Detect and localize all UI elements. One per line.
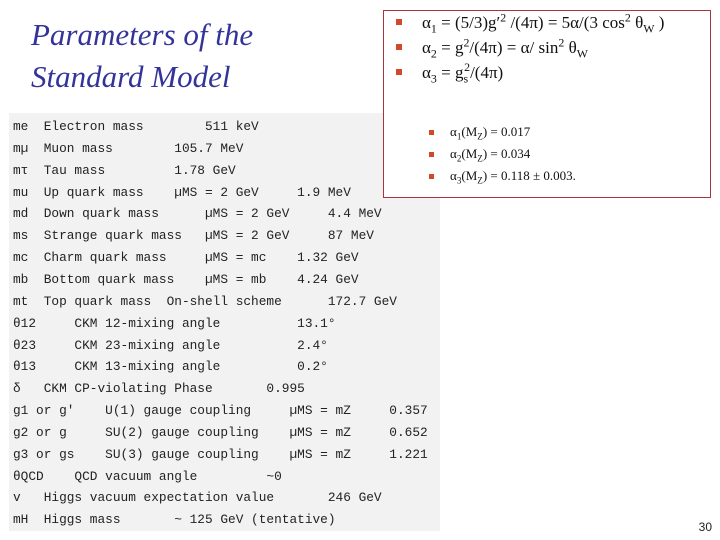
coupling-value: ) = 0.118 ± 0.003. — [482, 168, 576, 183]
formula-sub: W — [643, 21, 655, 36]
coupling-value: ) = 0.017 — [482, 124, 531, 139]
scale: (M — [461, 124, 478, 139]
table-row: me Electron mass 511 keV — [13, 119, 259, 134]
formula-part: = g — [436, 63, 464, 82]
scale: (M — [461, 146, 478, 161]
coupling-value: ) = 0.034 — [482, 146, 531, 161]
formula-sub: W — [576, 46, 588, 61]
table-row: g3 or gs SU(3) gauge coupling µMS = mZ 1… — [13, 446, 428, 462]
table-row: ms Strange quark mass µMS = 2 GeV 87 MeV — [13, 228, 374, 244]
bullet-icon — [429, 173, 434, 179]
coupling-value-alpha-2: α2(MZ) = 0.034 — [429, 146, 531, 163]
table-row: θQCD QCD vacuum angle ~0 — [13, 468, 282, 484]
formula-lhs: α — [422, 13, 431, 32]
formula-lhs: α — [422, 63, 431, 82]
formula-part: /(4π) — [470, 63, 504, 82]
table-row: θ23 CKM 23-mixing angle 2.4° — [13, 337, 328, 353]
table-row: g1 or g' U(1) gauge coupling µMS = mZ 0.… — [13, 403, 428, 419]
table-row: mτ Tau mass 1.78 GeV — [13, 162, 236, 178]
table-row: θ12 CKM 12-mixing angle 13.1° — [13, 315, 336, 331]
coupling-value-alpha-3: α3(MZ) = 0.118 ± 0.003. — [429, 168, 576, 185]
formula-part: = (5/3)g′ — [436, 13, 501, 32]
formula-part: θ — [564, 38, 577, 57]
bullet-icon — [429, 129, 434, 135]
alpha-symbol: α — [450, 124, 457, 139]
bullet-icon — [396, 19, 402, 26]
alpha-symbol: α — [450, 146, 457, 161]
table-row: δ CKM CP-violating Phase 0.995 — [13, 381, 305, 397]
table-row: mt Top quark mass On-shell scheme 172.7 … — [13, 293, 397, 309]
formula-alpha-1: α1 = (5/3)g′2 /(4π) = 5α/(3 cos2 θW ) — [396, 11, 665, 36]
formula-part: θ — [630, 13, 644, 32]
table-row: mu Up quark mass µMS = 2 GeV 1.9 MeV — [13, 184, 351, 200]
formula-part: /(4π) = α/ sin — [469, 38, 559, 57]
coupling-formula-box: α1 = (5/3)g′2 /(4π) = 5α/(3 cos2 θW ) α2… — [383, 10, 711, 198]
table-row: g2 or g SU(2) gauge coupling µMS = mZ 0.… — [13, 424, 428, 440]
table-row: mµ Muon mass 105.7 MeV — [13, 140, 244, 156]
bullet-icon — [396, 69, 402, 76]
page-number: 30 — [698, 520, 712, 534]
bullet-icon — [429, 151, 434, 157]
slide-title-line-2: Standard Model — [31, 59, 231, 94]
formula-part: ) — [654, 13, 665, 32]
formula-alpha-3: α3 = gs2/(4π) — [396, 61, 504, 84]
table-row: mb Bottom quark mass µMS = mb 4.24 GeV — [13, 271, 359, 287]
bullet-icon — [396, 44, 402, 51]
table-row: v Higgs vacuum expectation value 246 GeV — [13, 490, 382, 506]
formula-part: /(4π) = 5α/(3 cos — [506, 13, 625, 32]
table-row: mH Higgs mass ~ 125 GeV (tentative) — [13, 512, 336, 528]
alpha-symbol: α — [450, 168, 457, 183]
slide-title-line-1: Parameters of the — [31, 17, 254, 52]
parameters-table: me Electron mass 511 keV mµ Muon mass 105… — [9, 113, 440, 531]
formula-lhs: α — [422, 38, 431, 57]
table-row: mc Charm quark mass µMS = mc 1.32 GeV — [13, 250, 359, 266]
formula-part: = g — [436, 38, 464, 57]
coupling-value-alpha-1: α1(MZ) = 0.017 — [429, 124, 531, 141]
table-row: md Down quark mass µMS = 2 GeV 4.4 MeV — [13, 206, 382, 222]
scale: (M — [461, 168, 478, 183]
slide-title: Parameters of the Standard Model — [31, 14, 253, 98]
table-row: θ13 CKM 13-mixing angle 0.2° — [13, 359, 328, 375]
formula-alpha-2: α2 = g2/(4π) = α/ sin2 θW — [396, 36, 588, 61]
